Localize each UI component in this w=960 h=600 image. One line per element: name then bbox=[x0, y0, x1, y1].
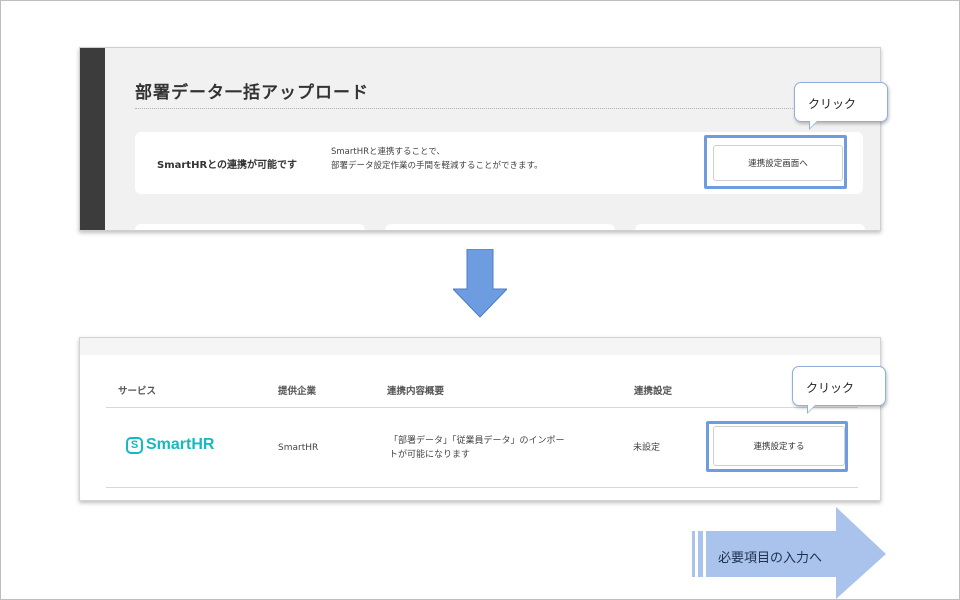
smarthr-logo: S SmartHR bbox=[126, 436, 214, 454]
page-title: 部署データ一括アップロード bbox=[135, 83, 369, 103]
click-callout: クリック bbox=[792, 366, 886, 414]
status-cell: 未設定 bbox=[633, 443, 661, 453]
next-step-label: 必要項目の入力へ bbox=[718, 551, 823, 566]
row-divider bbox=[106, 487, 858, 488]
panel-top-strip bbox=[80, 338, 880, 355]
summary-line-2: トが可能になります bbox=[389, 450, 471, 460]
header-divider bbox=[106, 407, 858, 408]
smarthr-logo-text: SmartHR bbox=[146, 436, 215, 453]
title-divider bbox=[135, 108, 865, 109]
placeholder-card bbox=[635, 224, 865, 230]
integration-card-label: SmartHRとの連携が可能です bbox=[157, 160, 298, 171]
callout-text: クリック bbox=[808, 97, 857, 111]
placeholder-card bbox=[385, 224, 615, 230]
column-header-service: サービス bbox=[118, 386, 157, 397]
highlight-box bbox=[704, 135, 847, 189]
provider-cell: SmartHR bbox=[278, 443, 319, 453]
column-header-summary: 連携内容概要 bbox=[387, 386, 445, 397]
smarthr-logo-icon: S bbox=[126, 436, 143, 454]
sidebar-edge bbox=[80, 48, 105, 230]
summary-line-1: 「部署データ」「従業員データ」のインポー bbox=[389, 436, 565, 446]
column-header-provider: 提供企業 bbox=[278, 386, 317, 397]
callout-text: クリック bbox=[806, 381, 855, 395]
click-callout: クリック bbox=[794, 82, 888, 130]
down-arrow-icon bbox=[453, 249, 507, 318]
placeholder-card bbox=[135, 224, 365, 230]
integration-card-description: SmartHRと連携することで、 部署データ設定作業の手間を軽減することができま… bbox=[331, 145, 543, 173]
description-line-2: 部署データ設定作業の手間を軽減することができます。 bbox=[331, 161, 543, 171]
integration-list-panel: サービス 提供企業 連携内容概要 連携設定 S SmartHR SmartHR … bbox=[79, 337, 881, 501]
highlight-box bbox=[706, 421, 848, 472]
summary-cell: 「部署データ」「従業員データ」のインポー トが可能になります bbox=[389, 434, 565, 462]
column-header-settings: 連携設定 bbox=[634, 386, 673, 397]
description-line-1: SmartHRと連携することで、 bbox=[331, 147, 445, 157]
